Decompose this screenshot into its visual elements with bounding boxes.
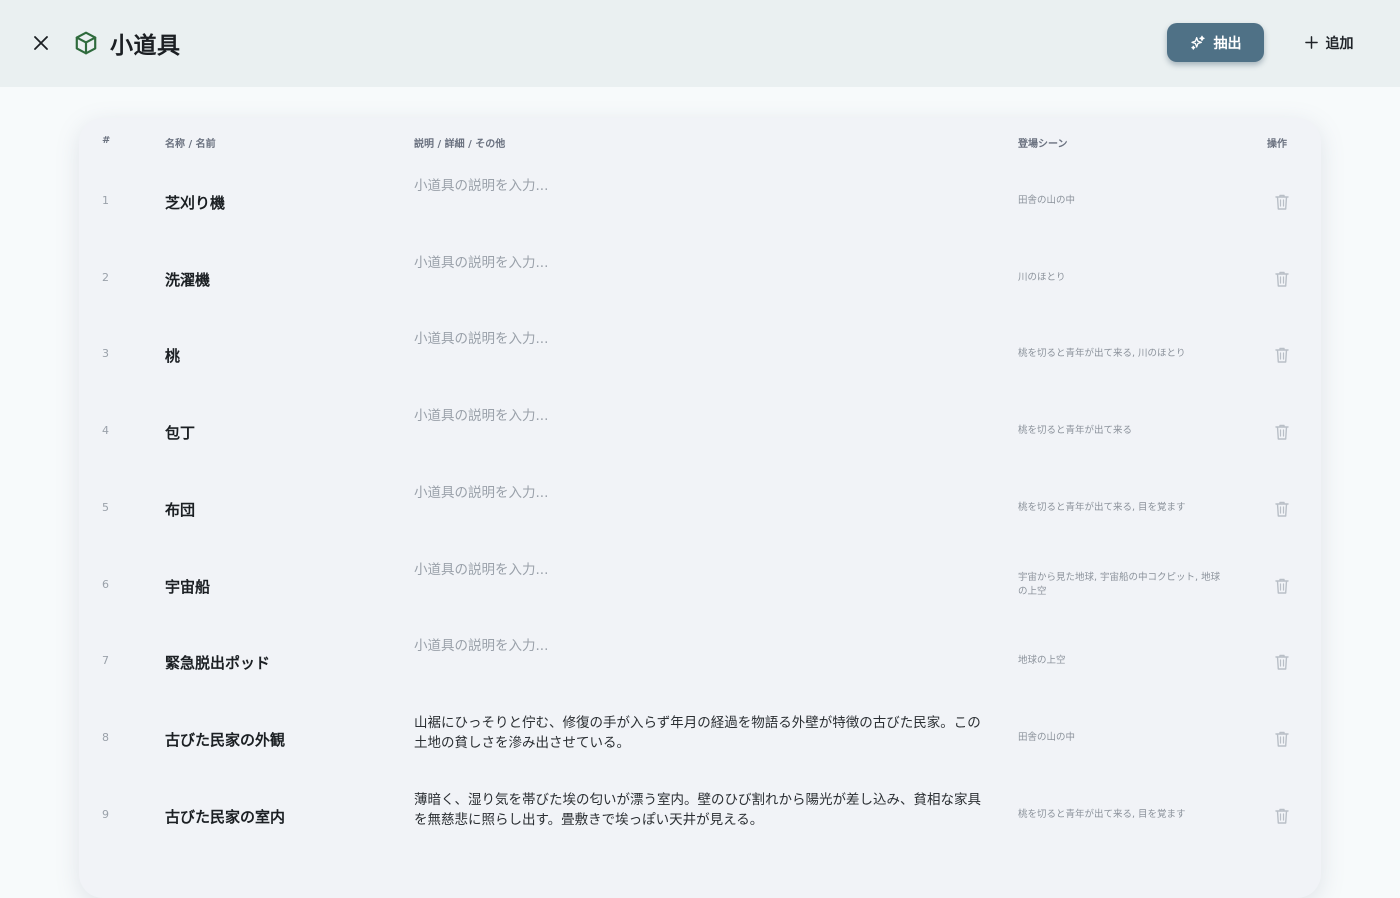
prop-scenes: 田舎の山の中 xyxy=(1018,731,1076,743)
prop-scenes: 川のほとり xyxy=(1018,271,1066,283)
delete-row-button[interactable] xyxy=(1274,193,1290,211)
add-button[interactable]: 追加 xyxy=(1294,23,1364,62)
column-header-scene: 登場シーン xyxy=(1018,139,1068,150)
prop-name[interactable]: 古びた民家の室内 xyxy=(165,806,285,827)
delete-row-button[interactable] xyxy=(1274,807,1290,825)
delete-row-button[interactable] xyxy=(1274,730,1290,748)
row-number: 2 xyxy=(102,270,109,284)
table-row[interactable]: 4 包丁 小道具の説明を入力... 桃を切ると青年が出て来る xyxy=(79,394,1321,471)
prop-scenes: 桃を切ると青年が出て来る, 川のほとり xyxy=(1018,348,1186,360)
prop-description[interactable]: 山裾にひっそりと佇む、修復の手が入らず年月の経過を物語る外壁が特徴の古びた民家。… xyxy=(414,713,984,753)
prop-description[interactable]: 小道具の説明を入力... xyxy=(414,176,984,196)
prop-name[interactable]: 包丁 xyxy=(165,422,195,443)
delete-row-button[interactable] xyxy=(1274,423,1290,441)
delete-row-button[interactable] xyxy=(1274,346,1290,364)
row-number: 5 xyxy=(102,500,109,514)
prop-name[interactable]: 桃 xyxy=(165,345,180,366)
table-row[interactable]: 6 宇宙船 小道具の説明を入力... 宇宙から見た地球, 宇宙船の中コクピット, 地球… xyxy=(79,548,1321,625)
plus-icon xyxy=(1304,36,1318,49)
prop-description[interactable]: 小道具の説明を入力... xyxy=(414,483,984,503)
prop-scenes: 桃を切ると青年が出て来る, 目を覚ます xyxy=(1018,808,1186,820)
table-header: # 名称 / 名前 説明 / 詳細 / その他 登場シーン 操作 xyxy=(79,118,1321,164)
extract-label: 抽出 xyxy=(1213,35,1242,52)
prop-description[interactable]: 小道具の説明を入力... xyxy=(414,560,984,580)
prop-description[interactable]: 小道具の説明を入力... xyxy=(414,329,984,349)
delete-row-button[interactable] xyxy=(1274,577,1290,595)
table-row[interactable]: 8 古びた民家の外観 山裾にひっそりと佇む、修復の手が入らず年月の経過を物語る外壁が… xyxy=(79,701,1321,778)
row-number: 1 xyxy=(102,194,109,207)
table-row[interactable]: 5 布団 小道具の説明を入力... 桃を切ると青年が出て来る, 目を覚ます xyxy=(79,471,1321,548)
page-title: 小道具 xyxy=(110,33,181,59)
column-header-action: 操作 xyxy=(1267,139,1287,150)
prop-name[interactable]: 宇宙船 xyxy=(165,576,210,597)
extract-button[interactable]: 抽出 xyxy=(1167,23,1264,62)
delete-row-button[interactable] xyxy=(1274,653,1290,671)
row-number: 3 xyxy=(102,347,109,361)
prop-description[interactable]: 小道具の説明を入力... xyxy=(414,253,984,273)
add-label: 追加 xyxy=(1325,35,1354,52)
table-row[interactable]: 1 芝刈り機 小道具の説明を入力... 田舎の山の中 xyxy=(79,164,1321,241)
top-bar: 小道具 抽出 追加 xyxy=(0,0,1400,87)
prop-description[interactable]: 小道具の説明を入力... xyxy=(414,636,984,656)
row-number: 7 xyxy=(102,654,109,668)
row-number: 4 xyxy=(102,424,109,438)
close-button[interactable] xyxy=(27,29,55,57)
prop-name[interactable]: 古びた民家の外観 xyxy=(165,729,285,750)
column-header-desc: 説明 / 詳細 / その他 xyxy=(414,139,506,150)
prop-scenes: 地球の上空 xyxy=(1018,655,1066,667)
prop-scenes: 宇宙から見た地球, 宇宙船の中コクピット, 地球の上空 xyxy=(1018,571,1221,597)
prop-name[interactable]: 布団 xyxy=(165,499,195,520)
delete-row-button[interactable] xyxy=(1274,270,1290,288)
cube-icon xyxy=(75,31,97,55)
table-row[interactable]: 2 洗濯機 小道具の説明を入力... 川のほとり xyxy=(79,241,1321,318)
table-row[interactable]: 3 桃 小道具の説明を入力... 桃を切ると青年が出て来る, 川のほとり xyxy=(79,317,1321,394)
column-header-name: 名称 / 名前 xyxy=(165,139,216,150)
prop-name[interactable]: 緊急脱出ポッド xyxy=(165,652,270,673)
prop-name[interactable]: 洗濯機 xyxy=(165,269,210,290)
row-number: 6 xyxy=(102,577,109,591)
prop-scenes: 田舎の山の中 xyxy=(1018,195,1076,206)
prop-scenes: 桃を切ると青年が出て来る, 目を覚ます xyxy=(1018,501,1186,513)
column-header-num: # xyxy=(102,135,111,146)
row-number: 9 xyxy=(102,807,109,821)
row-number: 8 xyxy=(102,730,109,744)
prop-scenes: 桃を切ると青年が出て来る xyxy=(1018,425,1133,437)
prop-name[interactable]: 芝刈り機 xyxy=(165,192,225,213)
props-table: # 名称 / 名前 説明 / 詳細 / その他 登場シーン 操作 1 芝刈り機 小道… xyxy=(79,118,1321,898)
table-row[interactable]: 7 緊急脱出ポッド 小道具の説明を入力... 地球の上空 xyxy=(79,624,1321,701)
prop-description[interactable]: 薄暗く、湿り気を帯びた埃の匂いが漂う室内。壁のひび割れから陽光が差し込み、貧相な… xyxy=(414,790,984,830)
sparkles-icon xyxy=(1190,35,1205,50)
table-row[interactable]: 9 古びた民家の室内 薄暗く、湿り気を帯びた埃の匂いが漂う室内。壁のひび割れから陽光… xyxy=(79,778,1321,855)
prop-description[interactable]: 小道具の説明を入力... xyxy=(414,406,984,426)
delete-row-button[interactable] xyxy=(1274,500,1290,518)
close-icon xyxy=(34,36,48,50)
